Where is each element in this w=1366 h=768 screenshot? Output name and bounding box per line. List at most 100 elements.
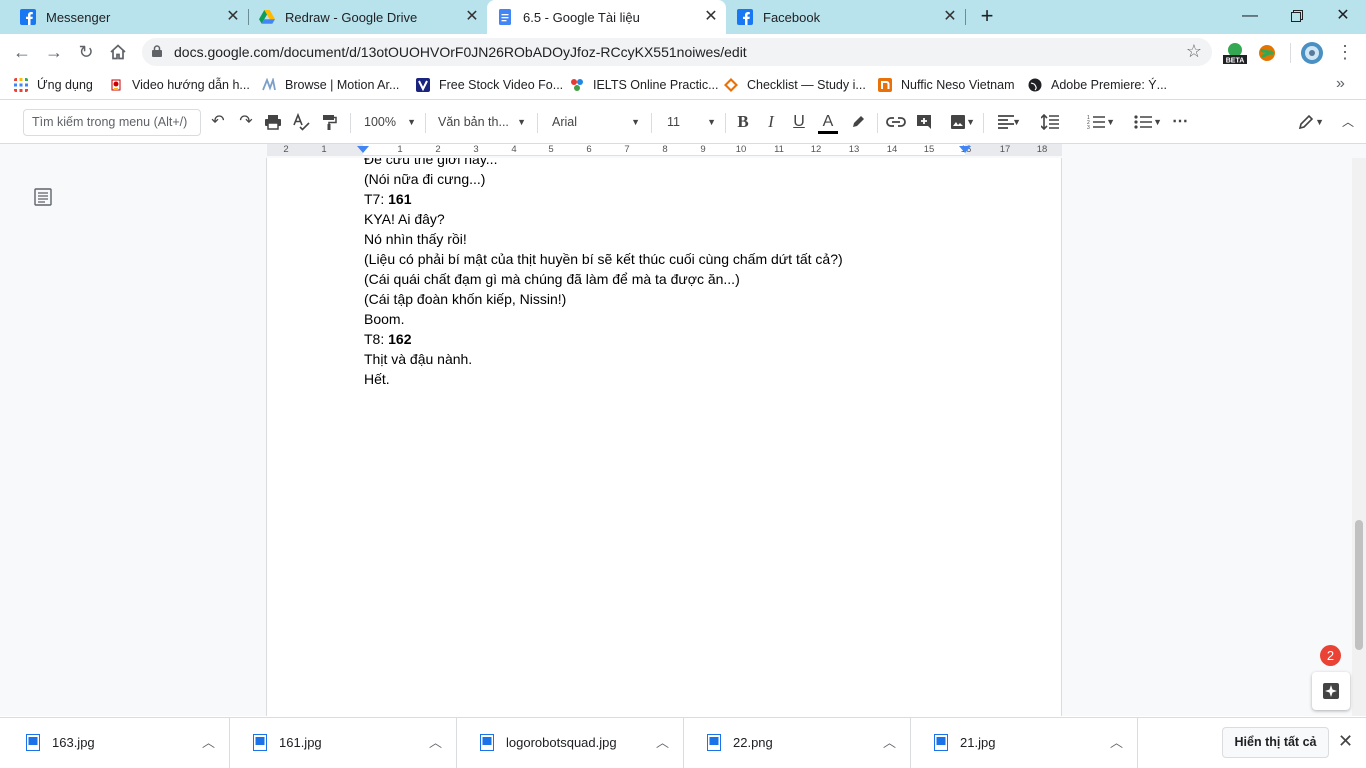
more-bookmarks-icon[interactable]: » bbox=[1336, 75, 1345, 93]
globe-extension-icon[interactable] bbox=[1256, 41, 1278, 65]
tab-google-drive[interactable]: Redraw - Google Drive ✕ bbox=[249, 0, 487, 34]
chevron-up-icon[interactable]: ︿ bbox=[429, 732, 442, 751]
document-page[interactable]: Để cứu thế giới này... (Nói nữa đi cưng.… bbox=[266, 158, 1062, 716]
show-all-downloads-button[interactable]: Hiển thị tất cả bbox=[1222, 727, 1329, 758]
bookmark-star-icon[interactable]: ☆ bbox=[1186, 41, 1202, 62]
document-outline-icon[interactable] bbox=[34, 188, 52, 206]
italic-button[interactable]: I bbox=[761, 111, 781, 133]
font-family-select[interactable]: Arial ▼ bbox=[552, 111, 640, 133]
left-indent-marker[interactable] bbox=[357, 146, 369, 153]
right-indent-marker[interactable] bbox=[959, 146, 971, 153]
add-comment-icon[interactable] bbox=[913, 111, 935, 133]
redo-icon[interactable]: ↷ bbox=[235, 111, 257, 133]
motion-array-icon bbox=[262, 78, 276, 91]
home-icon[interactable] bbox=[106, 40, 130, 64]
undo-icon[interactable]: ↶ bbox=[207, 111, 229, 133]
menu-kebab-icon[interactable]: ⋮ bbox=[1333, 40, 1357, 64]
close-tab-icon[interactable]: ✕ bbox=[224, 8, 242, 26]
notification-badge[interactable]: 2 bbox=[1320, 645, 1341, 666]
ruler-label: 12 bbox=[810, 144, 822, 155]
explore-button[interactable] bbox=[1312, 672, 1350, 710]
close-downloads-icon[interactable]: ✕ bbox=[1338, 731, 1353, 752]
print-icon[interactable] bbox=[262, 111, 284, 133]
ruler-label: 17 bbox=[999, 144, 1011, 155]
download-item[interactable]: 163.jpg ︿ bbox=[4, 718, 230, 768]
caret-down-icon: ▼ bbox=[517, 117, 526, 127]
download-item[interactable]: logorobotsquad.jpg ︿ bbox=[458, 718, 684, 768]
restore-button[interactable] bbox=[1285, 4, 1309, 28]
toolbar-divider bbox=[983, 113, 984, 133]
numbered-list-button[interactable]: 123 ▼ bbox=[1077, 111, 1115, 133]
ruler-label: 13 bbox=[848, 144, 860, 155]
download-item[interactable]: 21.jpg ︿ bbox=[912, 718, 1138, 768]
pencil-icon bbox=[1298, 114, 1314, 130]
tab-google-docs[interactable]: 6.5 - Google Tài liệu ✕ bbox=[487, 0, 726, 34]
editing-mode-button[interactable]: ▼ bbox=[1288, 111, 1324, 133]
profile-avatar[interactable] bbox=[1300, 41, 1324, 65]
tab-messenger[interactable]: Messenger ✕ bbox=[0, 0, 248, 34]
bookmark-apps[interactable]: Ứng dụng bbox=[14, 76, 93, 94]
menu-search-input[interactable]: Tìm kiếm trong menu (Alt+/) bbox=[23, 109, 201, 136]
bookmark-motion-array[interactable]: Browse | Motion Ar... bbox=[262, 76, 399, 94]
minimize-button[interactable]: — bbox=[1238, 4, 1262, 28]
tab-strip: Messenger ✕ Redraw - Google Drive ✕ 6.5 … bbox=[0, 0, 1366, 34]
toolbar-divider bbox=[877, 113, 878, 133]
beta-extension-icon[interactable]: BETA bbox=[1222, 41, 1248, 65]
ruler-label: 7 bbox=[624, 144, 630, 155]
bulleted-list-icon bbox=[1134, 115, 1152, 129]
line-spacing-icon[interactable] bbox=[1039, 111, 1061, 133]
bookmark-checklist[interactable]: Checklist — Study i... bbox=[724, 76, 866, 94]
bookmark-free-stock-video[interactable]: Free Stock Video Fo... bbox=[416, 76, 563, 94]
align-button[interactable]: ▼ bbox=[991, 111, 1021, 133]
address-bar[interactable]: docs.google.com/document/d/13otOUOHVOrF0… bbox=[142, 38, 1212, 66]
bookmark-adobe-premiere[interactable]: Adobe Premiere: Ý... bbox=[1028, 76, 1167, 94]
download-filename: 163.jpg bbox=[52, 735, 95, 750]
back-icon[interactable]: ← bbox=[10, 40, 34, 64]
download-item[interactable]: 161.jpg ︿ bbox=[231, 718, 457, 768]
close-window-button[interactable]: ✕ bbox=[1331, 4, 1355, 28]
bookmark-ielts[interactable]: IELTS Online Practic... bbox=[570, 76, 719, 94]
ruler-label: 18 bbox=[1036, 144, 1048, 155]
close-tab-icon[interactable]: ✕ bbox=[941, 8, 959, 26]
close-tab-icon[interactable]: ✕ bbox=[463, 8, 481, 26]
chevron-up-icon[interactable]: ︿ bbox=[883, 732, 896, 751]
bookmark-video-huong-dan[interactable]: Video hướng dẫn h... bbox=[109, 76, 250, 94]
spellcheck-icon[interactable] bbox=[290, 111, 312, 133]
chevron-up-icon[interactable]: ︿ bbox=[202, 732, 215, 751]
underline-button[interactable]: U bbox=[789, 111, 809, 133]
doc-line: Thịt và đậu nành. bbox=[364, 351, 473, 367]
caret-down-icon: ▼ bbox=[631, 117, 640, 127]
reload-icon[interactable]: ↻ bbox=[74, 40, 98, 64]
link-icon[interactable] bbox=[884, 111, 908, 133]
more-options-icon[interactable]: ⋯ bbox=[1169, 111, 1191, 133]
new-tab-button[interactable]: + bbox=[976, 5, 998, 28]
chevron-up-icon[interactable]: ︿ bbox=[656, 732, 669, 751]
highlight-icon[interactable] bbox=[847, 111, 869, 133]
vertical-scrollbar[interactable] bbox=[1352, 158, 1366, 716]
bookmark-nuffic[interactable]: Nuffic Neso Vietnam bbox=[878, 76, 1014, 94]
ruler-label: 3 bbox=[473, 144, 479, 155]
text-color-button[interactable]: A bbox=[817, 111, 839, 134]
bulleted-list-button[interactable]: ▼ bbox=[1124, 111, 1162, 133]
download-item[interactable]: 22.png ︿ bbox=[685, 718, 911, 768]
text-color-icon: A bbox=[822, 113, 834, 130]
url-text: docs.google.com/document/d/13otOUOHVOrF0… bbox=[174, 44, 747, 60]
collapse-toolbar-icon[interactable]: ︿ bbox=[1338, 111, 1358, 133]
zoom-select[interactable]: 100% ▼ bbox=[364, 111, 416, 133]
paragraph-style-select[interactable]: Văn bản th... ▼ bbox=[438, 111, 526, 133]
tab-facebook[interactable]: Facebook ✕ bbox=[727, 0, 965, 34]
ruler-label: 10 bbox=[735, 144, 747, 155]
scrollbar-thumb[interactable] bbox=[1355, 520, 1363, 650]
paint-format-icon[interactable] bbox=[318, 111, 340, 133]
ruler-label: 5 bbox=[548, 144, 554, 155]
tab-title: Redraw - Google Drive bbox=[285, 9, 418, 25]
forward-icon[interactable]: → bbox=[42, 40, 66, 64]
tab-title: Messenger bbox=[46, 9, 111, 25]
bold-button[interactable]: B bbox=[733, 111, 753, 133]
chevron-up-icon[interactable]: ︿ bbox=[1110, 732, 1123, 751]
close-tab-icon[interactable]: ✕ bbox=[702, 8, 720, 26]
ruler-label: 8 bbox=[662, 144, 668, 155]
insert-image-button[interactable]: ▼ bbox=[941, 111, 975, 133]
font-size-select[interactable]: 11 ▼ bbox=[667, 111, 716, 133]
doc-line: KYA! Ai đây? bbox=[364, 211, 445, 227]
